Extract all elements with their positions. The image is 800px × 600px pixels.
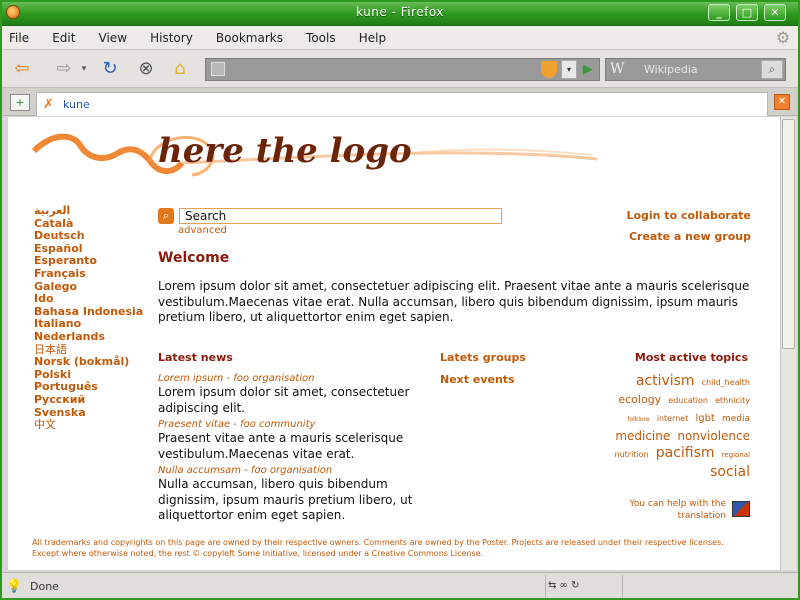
topic-tag[interactable]: ecology — [618, 393, 661, 406]
wikipedia-icon[interactable]: W — [610, 61, 624, 77]
status-lightbulb-icon: 💡 — [6, 579, 23, 594]
throbber-gear-icon: ⚙ — [775, 28, 791, 47]
window-title: kune - Firefox — [356, 5, 444, 19]
topic-tag[interactable]: social — [710, 464, 750, 480]
menu-help[interactable]: Help — [350, 26, 395, 50]
topic-tag[interactable]: internet — [657, 414, 689, 423]
forward-arrow-icon[interactable]: ⇨ — [52, 57, 76, 81]
language-list: العربية Català Deutsch Español Esperanto Fran… — [34, 204, 164, 432]
history-dropdown-icon[interactable]: ▾ — [78, 57, 90, 81]
tab-label: kune — [63, 98, 90, 111]
search-engine-name: Wikipedia — [644, 63, 698, 76]
scrollbar-thumb[interactable] — [782, 119, 795, 349]
language-link[interactable]: Deutsch — [34, 230, 164, 243]
topic-tag[interactable]: pacifism — [656, 445, 715, 461]
tab-kune[interactable]: ✗ kune — [36, 92, 768, 116]
language-link[interactable]: 中文 — [34, 418, 164, 432]
status-text: Done — [30, 580, 59, 593]
status-divider — [545, 575, 546, 599]
next-events-link[interactable]: Next events — [440, 373, 515, 386]
topic-tag[interactable]: nutrition — [615, 450, 649, 459]
kune-favicon-icon: ✗ — [43, 97, 54, 112]
topic-tag[interactable]: folklore — [627, 416, 649, 423]
address-dropdown-icon[interactable]: ▾ — [561, 60, 577, 79]
latest-news-heading: Latest news — [158, 351, 233, 364]
topic-tag[interactable]: child_health — [702, 378, 750, 387]
search-bar[interactable]: W Wikipedia ⌕ — [605, 58, 786, 81]
menu-file[interactable]: File — [0, 26, 38, 50]
news-item-meta[interactable]: Nulla accumsam - foo organisation — [158, 464, 423, 477]
site-search-input[interactable] — [179, 208, 502, 224]
search-magnifier-icon[interactable]: ⌕ — [761, 60, 783, 79]
translation-flag-icon[interactable] — [732, 501, 750, 517]
address-bar[interactable]: ▾ ▶ — [205, 58, 600, 81]
status-addon-icons[interactable]: ⇆ ∞ ↻ — [548, 580, 579, 591]
menu-view[interactable]: View — [90, 26, 136, 50]
footer-line: Except where otherwise noted, the rest ©… — [32, 549, 484, 558]
topic-tag[interactable]: activism — [636, 373, 695, 389]
language-link[interactable]: Ido — [34, 293, 164, 306]
new-tab-icon[interactable]: + — [10, 94, 30, 111]
active-topics-heading: Most active topics — [634, 351, 748, 364]
stop-icon[interactable]: ⊗ — [134, 57, 158, 81]
maximize-button[interactable]: □ — [736, 4, 758, 21]
footer-line: All trademarks and copyrights on this pa… — [32, 538, 724, 547]
language-link[interactable]: Norsk (bokmål) — [34, 356, 164, 369]
language-link[interactable]: Русский — [34, 393, 164, 407]
vertical-scrollbar[interactable] — [780, 117, 796, 570]
back-arrow-icon[interactable]: ⇦ — [10, 57, 34, 81]
language-link[interactable]: Français — [34, 267, 164, 281]
topic-tag[interactable]: education — [668, 396, 708, 405]
topic-tag[interactable]: media — [722, 414, 750, 424]
navigation-toolbar: ⇦ ⇨ ▾ ↻ ⊗ ⌂ ▾ ▶ W Wikipedia ⌕ — [0, 50, 800, 88]
advanced-search-link[interactable]: advanced — [178, 225, 227, 236]
help-translation-link[interactable]: You can help with the translation — [626, 498, 726, 522]
news-item-text: Praesent vitae ante a mauris scelerisque… — [158, 431, 404, 461]
menu-history[interactable]: History — [141, 26, 202, 50]
latest-groups-link[interactable]: Latets groups — [440, 351, 526, 364]
language-link[interactable]: Nederlands — [34, 330, 164, 344]
page-content: here the logo العربية Català Deutsch Españo… — [8, 117, 780, 570]
topic-tag[interactable]: ethnicity — [715, 396, 750, 405]
feed-shield-icon[interactable] — [541, 61, 557, 78]
site-logo[interactable]: here the logo — [158, 131, 412, 171]
page-icon — [211, 62, 225, 76]
menu-tools[interactable]: Tools — [297, 26, 345, 50]
topic-tag[interactable]: medicine — [615, 429, 670, 443]
close-tab-icon[interactable]: ✕ — [774, 94, 790, 110]
news-item-meta[interactable]: Praesent vitae - foo community — [158, 418, 423, 431]
footer-notice: All trademarks and copyrights on this pa… — [32, 537, 752, 559]
news-list: Lorem ipsum - foo organisation Lorem ips… — [158, 372, 423, 526]
status-divider — [622, 575, 623, 599]
welcome-text: Lorem ipsum dolor sit amet, consectetuer… — [158, 279, 750, 324]
search-icon[interactable]: ⌕ — [158, 208, 174, 224]
status-bar: 💡 Done ⇆ ∞ ↻ — [0, 572, 800, 600]
menu-edit[interactable]: Edit — [43, 26, 84, 50]
news-item-text: Nulla accumsan, libero quis bibendum dig… — [158, 477, 413, 522]
news-item-meta[interactable]: Lorem ipsum - foo organisation — [158, 372, 423, 385]
welcome-heading: Welcome — [158, 250, 230, 266]
menu-bookmarks[interactable]: Bookmarks — [207, 26, 292, 50]
home-icon[interactable]: ⌂ — [168, 57, 192, 81]
close-window-button[interactable]: ✕ — [764, 4, 786, 21]
topic-tag[interactable]: regional — [722, 451, 750, 459]
login-link[interactable]: Login to collaborate — [626, 209, 751, 222]
menu-bar: File Edit View History Bookmarks Tools H… — [0, 26, 800, 50]
news-item-text: Lorem ipsum dolor sit amet, consectetuer… — [158, 385, 410, 415]
language-link[interactable]: العربية — [34, 204, 164, 218]
minimize-button[interactable]: _ — [708, 4, 730, 21]
reload-icon[interactable]: ↻ — [98, 57, 122, 81]
topic-tag-cloud: activism child_health ecology education … — [604, 372, 751, 480]
create-group-link[interactable]: Create a new group — [629, 230, 751, 243]
topic-tag[interactable]: lgbt — [695, 413, 714, 424]
topic-tag[interactable]: nonviolence — [677, 429, 750, 443]
window-titlebar: kune - Firefox _ □ ✕ — [0, 0, 800, 26]
go-arrow-icon[interactable]: ▶ — [579, 60, 597, 79]
tab-bar: + ✗ kune ✕ — [0, 88, 800, 116]
